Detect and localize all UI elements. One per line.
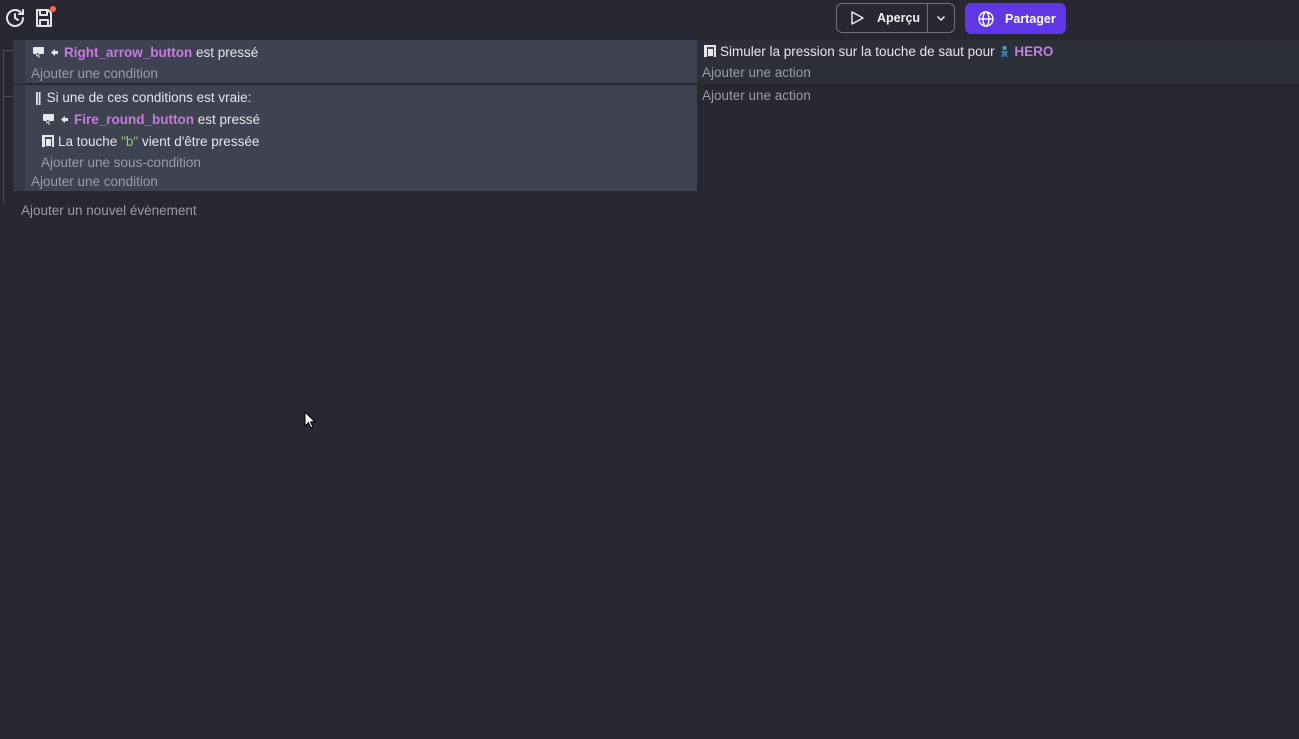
object-name: HERO bbox=[1014, 43, 1054, 59]
condition-row[interactable]: Right_arrow_button est pressé bbox=[32, 42, 258, 62]
chevron-down-icon bbox=[936, 15, 946, 22]
arrow-left-icon bbox=[50, 48, 59, 57]
unsaved-changes-dot bbox=[50, 6, 56, 12]
button-object-icon bbox=[42, 113, 55, 126]
button-object-icon bbox=[32, 46, 45, 59]
share-label: Partager bbox=[1005, 11, 1056, 26]
action-row[interactable]: Simuler la pression sur la touche de sau… bbox=[704, 41, 1053, 61]
preview-label: Aperçu bbox=[877, 11, 921, 25]
hero-sprite-icon bbox=[998, 45, 1011, 58]
add-action-link[interactable]: Ajouter une action bbox=[702, 62, 811, 82]
event-1-conditions: Right_arrow_button est pressé Ajouter un… bbox=[25, 40, 697, 83]
share-button[interactable]: Partager bbox=[965, 3, 1066, 34]
arrow-left-icon bbox=[60, 115, 69, 124]
toolbar: Aperçu Partager bbox=[0, 0, 1299, 38]
or-condition-text: Si une de ces conditions est vraie: bbox=[46, 89, 252, 105]
or-icon: || bbox=[35, 89, 41, 105]
key-value: "b" bbox=[121, 133, 139, 149]
preview-button[interactable]: Aperçu bbox=[837, 4, 927, 32]
event-drag-handle[interactable] bbox=[13, 85, 25, 191]
condition-text: est pressé bbox=[197, 111, 261, 127]
preview-options-dropdown[interactable] bbox=[928, 4, 954, 32]
condition-text: La touche bbox=[58, 133, 118, 149]
add-subcondition-link[interactable]: Ajouter une sous-condition bbox=[41, 152, 201, 172]
play-icon bbox=[851, 11, 864, 25]
event-drag-handle[interactable] bbox=[13, 40, 25, 84]
globe-icon bbox=[978, 10, 994, 27]
object-name: Right_arrow_button bbox=[64, 44, 193, 60]
add-condition-link[interactable]: Ajouter une condition bbox=[31, 171, 158, 191]
add-action-link[interactable]: Ajouter une action bbox=[702, 85, 811, 105]
add-new-event-link[interactable]: Ajouter un nouvel évènement bbox=[21, 200, 197, 220]
condition-text: vient d'être pressée bbox=[141, 133, 260, 149]
object-name: Fire_round_button bbox=[74, 111, 194, 127]
preview-button-group: Aperçu bbox=[836, 3, 955, 33]
mouse-cursor-icon bbox=[304, 410, 317, 429]
event-tree-guide bbox=[3, 50, 13, 51]
sub-condition-row[interactable]: La touche "b" vient d'être pressée bbox=[42, 131, 259, 151]
event-tree-guide bbox=[3, 96, 13, 97]
history-icon[interactable] bbox=[3, 6, 27, 30]
add-condition-link[interactable]: Ajouter une condition bbox=[31, 63, 158, 83]
keyboard-key-icon bbox=[42, 135, 54, 147]
save-icon[interactable] bbox=[32, 6, 56, 30]
event-2-conditions: || Si une de ces conditions est vraie: F… bbox=[25, 85, 697, 191]
action-text: Simuler la pression sur la touche de sau… bbox=[720, 43, 995, 59]
event-1-actions: Simuler la pression sur la touche de sau… bbox=[697, 40, 1299, 84]
or-condition-header[interactable]: || Si une de ces conditions est vraie: bbox=[35, 87, 251, 107]
event-tree-guide bbox=[3, 50, 4, 203]
condition-text: est pressé bbox=[196, 44, 259, 60]
sub-condition-row[interactable]: Fire_round_button est pressé bbox=[42, 109, 260, 129]
keyboard-key-icon bbox=[704, 45, 716, 57]
